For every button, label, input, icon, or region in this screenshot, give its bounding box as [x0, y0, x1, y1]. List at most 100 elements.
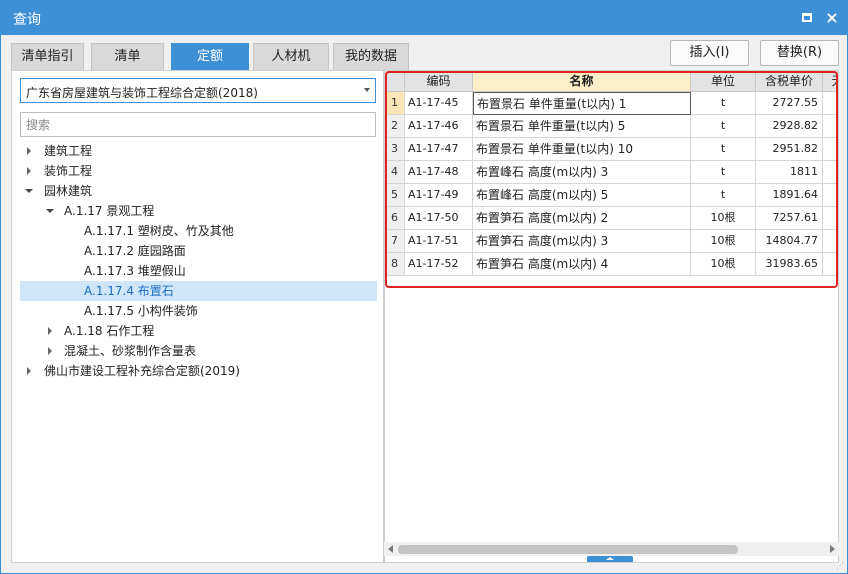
tree-item-label: A.1.17.3 堆塑假山: [84, 264, 186, 278]
tree-item-label: 园林建筑: [44, 184, 93, 198]
cell-extra[interactable]: [823, 253, 838, 276]
cell-code[interactable]: A1-17-52: [405, 253, 473, 276]
cell-code[interactable]: A1-17-49: [405, 184, 473, 207]
tree-item-stone-works[interactable]: A.1.18 石作工程: [20, 321, 376, 341]
cell-unit[interactable]: 10根: [691, 207, 756, 230]
close-icon[interactable]: ×: [824, 10, 840, 26]
tree-item-label: A.1.17.4 布置石: [84, 284, 174, 298]
column-header-extra[interactable]: 无: [823, 71, 838, 92]
tree-item-label: A.1.17.5 小构件装饰: [84, 304, 198, 318]
tab-quota[interactable]: 定额: [171, 43, 249, 70]
row-number: 3: [385, 138, 405, 161]
cell-price[interactable]: 2951.82: [756, 138, 823, 161]
replace-button[interactable]: 替换(R): [760, 40, 839, 66]
maximize-icon[interactable]: [799, 10, 815, 26]
cell-name[interactable]: 布置峰石 高度(m以内) 3: [473, 161, 691, 184]
row-number: 6: [385, 207, 405, 230]
tree-item-building-works[interactable]: 建筑工程: [20, 141, 376, 161]
cell-extra[interactable]: [823, 92, 838, 115]
expand-arrow-icon[interactable]: [24, 361, 36, 381]
cell-unit[interactable]: t: [691, 92, 756, 115]
cell-extra[interactable]: [823, 115, 838, 138]
insert-button[interactable]: 插入(I): [670, 40, 749, 66]
cell-extra[interactable]: [823, 230, 838, 253]
cell-code[interactable]: A1-17-51: [405, 230, 473, 253]
cell-unit[interactable]: t: [691, 161, 756, 184]
row-number: 1: [385, 92, 405, 115]
cell-unit[interactable]: t: [691, 138, 756, 161]
cell-extra[interactable]: [823, 161, 838, 184]
row-number: 8: [385, 253, 405, 276]
cell-name[interactable]: 布置景石 单件重量(t以内) 10: [473, 138, 691, 161]
cell-code[interactable]: A1-17-46: [405, 115, 473, 138]
cell-price[interactable]: 7257.61: [756, 207, 823, 230]
horizontal-scrollbar[interactable]: [384, 542, 839, 556]
expand-arrow-icon[interactable]: [45, 321, 57, 341]
cell-price[interactable]: 1891.64: [756, 184, 823, 207]
cell-name[interactable]: 布置笋石 高度(m以内) 3: [473, 230, 691, 253]
cell-unit[interactable]: t: [691, 115, 756, 138]
tab-my-data[interactable]: 我的数据: [333, 43, 409, 70]
quota-library-value: 广东省房屋建筑与装饰工程综合定额(2018): [26, 86, 258, 100]
expand-arrow-icon[interactable]: [24, 141, 36, 161]
collapse-arrow-icon[interactable]: [24, 181, 36, 201]
tree-item-foshan-quota[interactable]: 佛山市建设工程补充综合定额(2019): [20, 361, 376, 381]
tree-item-stone-placement[interactable]: A.1.17.4 布置石: [20, 281, 377, 301]
cell-name[interactable]: 布置笋石 高度(m以内) 4: [473, 253, 691, 276]
tree-item-label: A.1.17 景观工程: [64, 204, 155, 218]
cell-unit[interactable]: 10根: [691, 230, 756, 253]
search-input[interactable]: [20, 112, 376, 137]
cell-extra[interactable]: [823, 207, 838, 230]
column-header-unit[interactable]: 单位: [691, 71, 756, 92]
cell-name[interactable]: 布置笋石 高度(m以内) 2: [473, 207, 691, 230]
quota-library-select[interactable]: 广东省房屋建筑与装饰工程综合定额(2018): [20, 78, 376, 103]
cell-price[interactable]: 2727.55: [756, 92, 823, 115]
cell-name[interactable]: 布置峰石 高度(m以内) 5: [473, 184, 691, 207]
query-dialog: 查询 × 清单指引 清单 定额 人材机 我的数据 插入(I) 替换(R) 广东省…: [0, 0, 848, 574]
cell-code[interactable]: A1-17-48: [405, 161, 473, 184]
cell-name[interactable]: 布置景石 单件重量(t以内) 1: [473, 92, 691, 115]
tab-bill-guide[interactable]: 清单指引: [11, 43, 84, 70]
tree-item-label: 佛山市建设工程补充综合定额(2019): [44, 364, 240, 378]
cell-extra[interactable]: [823, 138, 838, 161]
tree-item-small-decoration[interactable]: A.1.17.5 小构件装饰: [20, 301, 376, 321]
chevron-down-icon[interactable]: [364, 88, 370, 92]
resize-grip-icon[interactable]: ⋰: [836, 562, 844, 570]
panel-splitter-handle[interactable]: [587, 556, 633, 562]
cell-unit[interactable]: 10根: [691, 253, 756, 276]
collapse-arrow-icon[interactable]: [45, 201, 57, 221]
scroll-right-icon[interactable]: [830, 545, 835, 553]
cell-code[interactable]: A1-17-50: [405, 207, 473, 230]
tab-labor-material-machine[interactable]: 人材机: [253, 43, 329, 70]
cell-price[interactable]: 14804.77: [756, 230, 823, 253]
cell-price[interactable]: 1811: [756, 161, 823, 184]
expand-arrow-icon[interactable]: [45, 341, 57, 361]
tree-item-bark-bamboo[interactable]: A.1.17.1 塑树皮、竹及其他: [20, 221, 376, 241]
expand-arrow-icon[interactable]: [24, 161, 36, 181]
tab-bill[interactable]: 清单: [91, 43, 164, 70]
column-header-price[interactable]: 含税单价: [756, 71, 823, 92]
column-header-name[interactable]: 名称: [473, 71, 691, 92]
tree-item-rockery[interactable]: A.1.17.3 堆塑假山: [20, 261, 376, 281]
tree-item-landscape-works[interactable]: A.1.17 景观工程: [20, 201, 376, 221]
cell-code[interactable]: A1-17-45: [405, 92, 473, 115]
tree-item-label: 混凝土、砂浆制作含量表: [64, 344, 197, 358]
cell-extra[interactable]: [823, 184, 838, 207]
column-header-code[interactable]: 编码: [405, 71, 473, 92]
title-bar[interactable]: 查询 ×: [1, 1, 847, 35]
tree-item-concrete-mortar[interactable]: 混凝土、砂浆制作含量表: [20, 341, 376, 361]
tree-item-decoration-works[interactable]: 装饰工程: [20, 161, 376, 181]
tree-item-garden-pavement[interactable]: A.1.17.2 庭园路面: [20, 241, 376, 261]
tree-item-label: 装饰工程: [44, 164, 93, 178]
cell-price[interactable]: 2928.82: [756, 115, 823, 138]
chevron-up-icon[interactable]: [606, 557, 614, 560]
scrollbar-thumb[interactable]: [398, 545, 738, 554]
cell-price[interactable]: 31983.65: [756, 253, 823, 276]
tree-item-label: A.1.18 石作工程: [64, 324, 155, 338]
cell-name[interactable]: 布置景石 单件重量(t以内) 5: [473, 115, 691, 138]
cell-code[interactable]: A1-17-47: [405, 138, 473, 161]
tree-item-garden-building[interactable]: 园林建筑: [20, 181, 376, 201]
scroll-left-icon[interactable]: [388, 545, 393, 553]
cell-unit[interactable]: t: [691, 184, 756, 207]
window-title: 查询: [13, 12, 41, 28]
